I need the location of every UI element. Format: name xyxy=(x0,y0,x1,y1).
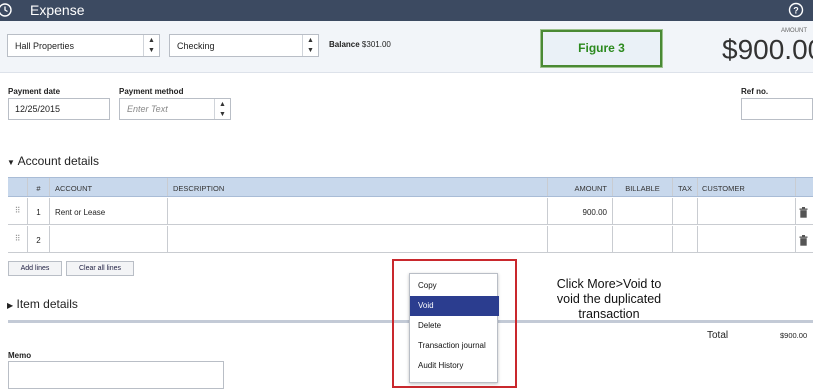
total-label: Total xyxy=(707,330,729,341)
menu-item-transaction-journal[interactable]: Transaction journal xyxy=(410,336,499,356)
payee-select[interactable]: Hall Properties ▲ ▼ xyxy=(7,34,160,57)
annotation-line: void the duplicated xyxy=(556,292,662,306)
row-account[interactable] xyxy=(50,226,168,252)
payee-value: Hall Properties xyxy=(15,41,75,51)
trash-icon[interactable] xyxy=(799,207,808,218)
instruction-annotation: Click More>Void to void the duplicated t… xyxy=(529,277,689,322)
svg-text:?: ? xyxy=(793,6,799,16)
row-amount[interactable] xyxy=(548,226,613,252)
caret-down-icon: ▼ xyxy=(7,158,15,167)
table-header: # ACCOUNT DESCRIPTION AMOUNT BILLABLE TA… xyxy=(8,177,813,197)
item-details-title: Item details xyxy=(16,297,78,311)
more-menu: Copy Void Delete Transaction journal Aud… xyxy=(409,273,499,383)
item-details-toggle[interactable]: ▶ Item details xyxy=(7,297,78,311)
payment-date-label: Payment date xyxy=(8,87,61,96)
col-header-num: # xyxy=(28,178,50,196)
account-details-toggle[interactable]: ▼ Account details xyxy=(7,154,99,168)
col-header-billable: BILLABLE xyxy=(613,178,673,196)
row-tax[interactable] xyxy=(673,226,698,252)
history-icon[interactable] xyxy=(0,2,13,18)
account-value: Checking xyxy=(177,41,215,51)
row-account[interactable]: Rent or Lease xyxy=(50,198,168,224)
menu-item-void[interactable]: Void xyxy=(410,296,499,316)
table-row[interactable]: ⠿ 1 Rent or Lease 900.00 xyxy=(8,198,813,225)
dropdown-arrow-icon: ▲ ▼ xyxy=(214,99,230,119)
balance-value: $301.00 xyxy=(361,40,391,49)
balance-label: Balance xyxy=(329,40,360,49)
drag-handle-icon[interactable]: ⠿ xyxy=(8,226,28,252)
row-number: 1 xyxy=(28,198,50,224)
row-description[interactable] xyxy=(168,198,548,224)
col-header-customer: CUSTOMER xyxy=(698,178,796,196)
row-customer[interactable] xyxy=(698,198,796,224)
window-title: Expense xyxy=(30,2,85,18)
total-value: $900.00 xyxy=(780,331,808,340)
clear-all-lines-button[interactable]: Clear all lines xyxy=(66,261,134,276)
account-details-title: Account details xyxy=(17,154,99,168)
row-amount[interactable]: 900.00 xyxy=(548,198,613,224)
figure-label: Figure 3 xyxy=(541,30,662,67)
amount-value: $900.00 xyxy=(722,34,813,65)
col-header-account: ACCOUNT xyxy=(50,178,168,196)
memo-field[interactable] xyxy=(8,361,224,389)
drag-handle-icon[interactable]: ⠿ xyxy=(8,198,28,224)
table-row[interactable]: ⠿ 2 xyxy=(8,226,813,253)
payment-method-select[interactable]: Enter Text ▲ ▼ xyxy=(119,98,231,120)
dropdown-arrow-icon: ▲ ▼ xyxy=(302,35,318,56)
col-header-description: DESCRIPTION xyxy=(168,178,548,196)
memo-label: Memo xyxy=(8,351,32,360)
annotation-line: Click More>Void to xyxy=(556,277,662,291)
caret-right-icon: ▶ xyxy=(7,301,14,310)
ref-no-label: Ref no. xyxy=(741,87,769,96)
col-header-amount: AMOUNT xyxy=(548,178,613,196)
payment-date-field[interactable]: 12/25/2015 xyxy=(8,98,110,120)
account-select[interactable]: Checking ▲ ▼ xyxy=(169,34,319,57)
col-header-tax: TAX xyxy=(673,178,698,196)
ref-no-field[interactable] xyxy=(741,98,813,120)
row-billable[interactable] xyxy=(613,226,673,252)
title-bar: Expense ? xyxy=(0,0,813,21)
menu-item-delete[interactable]: Delete xyxy=(410,316,499,336)
add-lines-button[interactable]: Add lines xyxy=(8,261,62,276)
annotation-line: transaction xyxy=(578,307,640,321)
row-billable[interactable] xyxy=(613,198,673,224)
row-customer[interactable] xyxy=(698,226,796,252)
dropdown-arrow-icon: ▲ ▼ xyxy=(143,35,159,56)
trash-icon[interactable] xyxy=(799,235,808,246)
row-description[interactable] xyxy=(168,226,548,252)
row-tax[interactable] xyxy=(673,198,698,224)
help-icon[interactable]: ? xyxy=(788,2,804,18)
row-number: 2 xyxy=(28,226,50,252)
menu-item-copy[interactable]: Copy xyxy=(410,276,499,296)
payment-method-label: Payment method xyxy=(119,87,184,96)
payment-method-placeholder: Enter Text xyxy=(127,104,168,114)
balance: Balance $301.00 xyxy=(329,40,391,49)
menu-item-audit-history[interactable]: Audit History xyxy=(410,356,499,376)
